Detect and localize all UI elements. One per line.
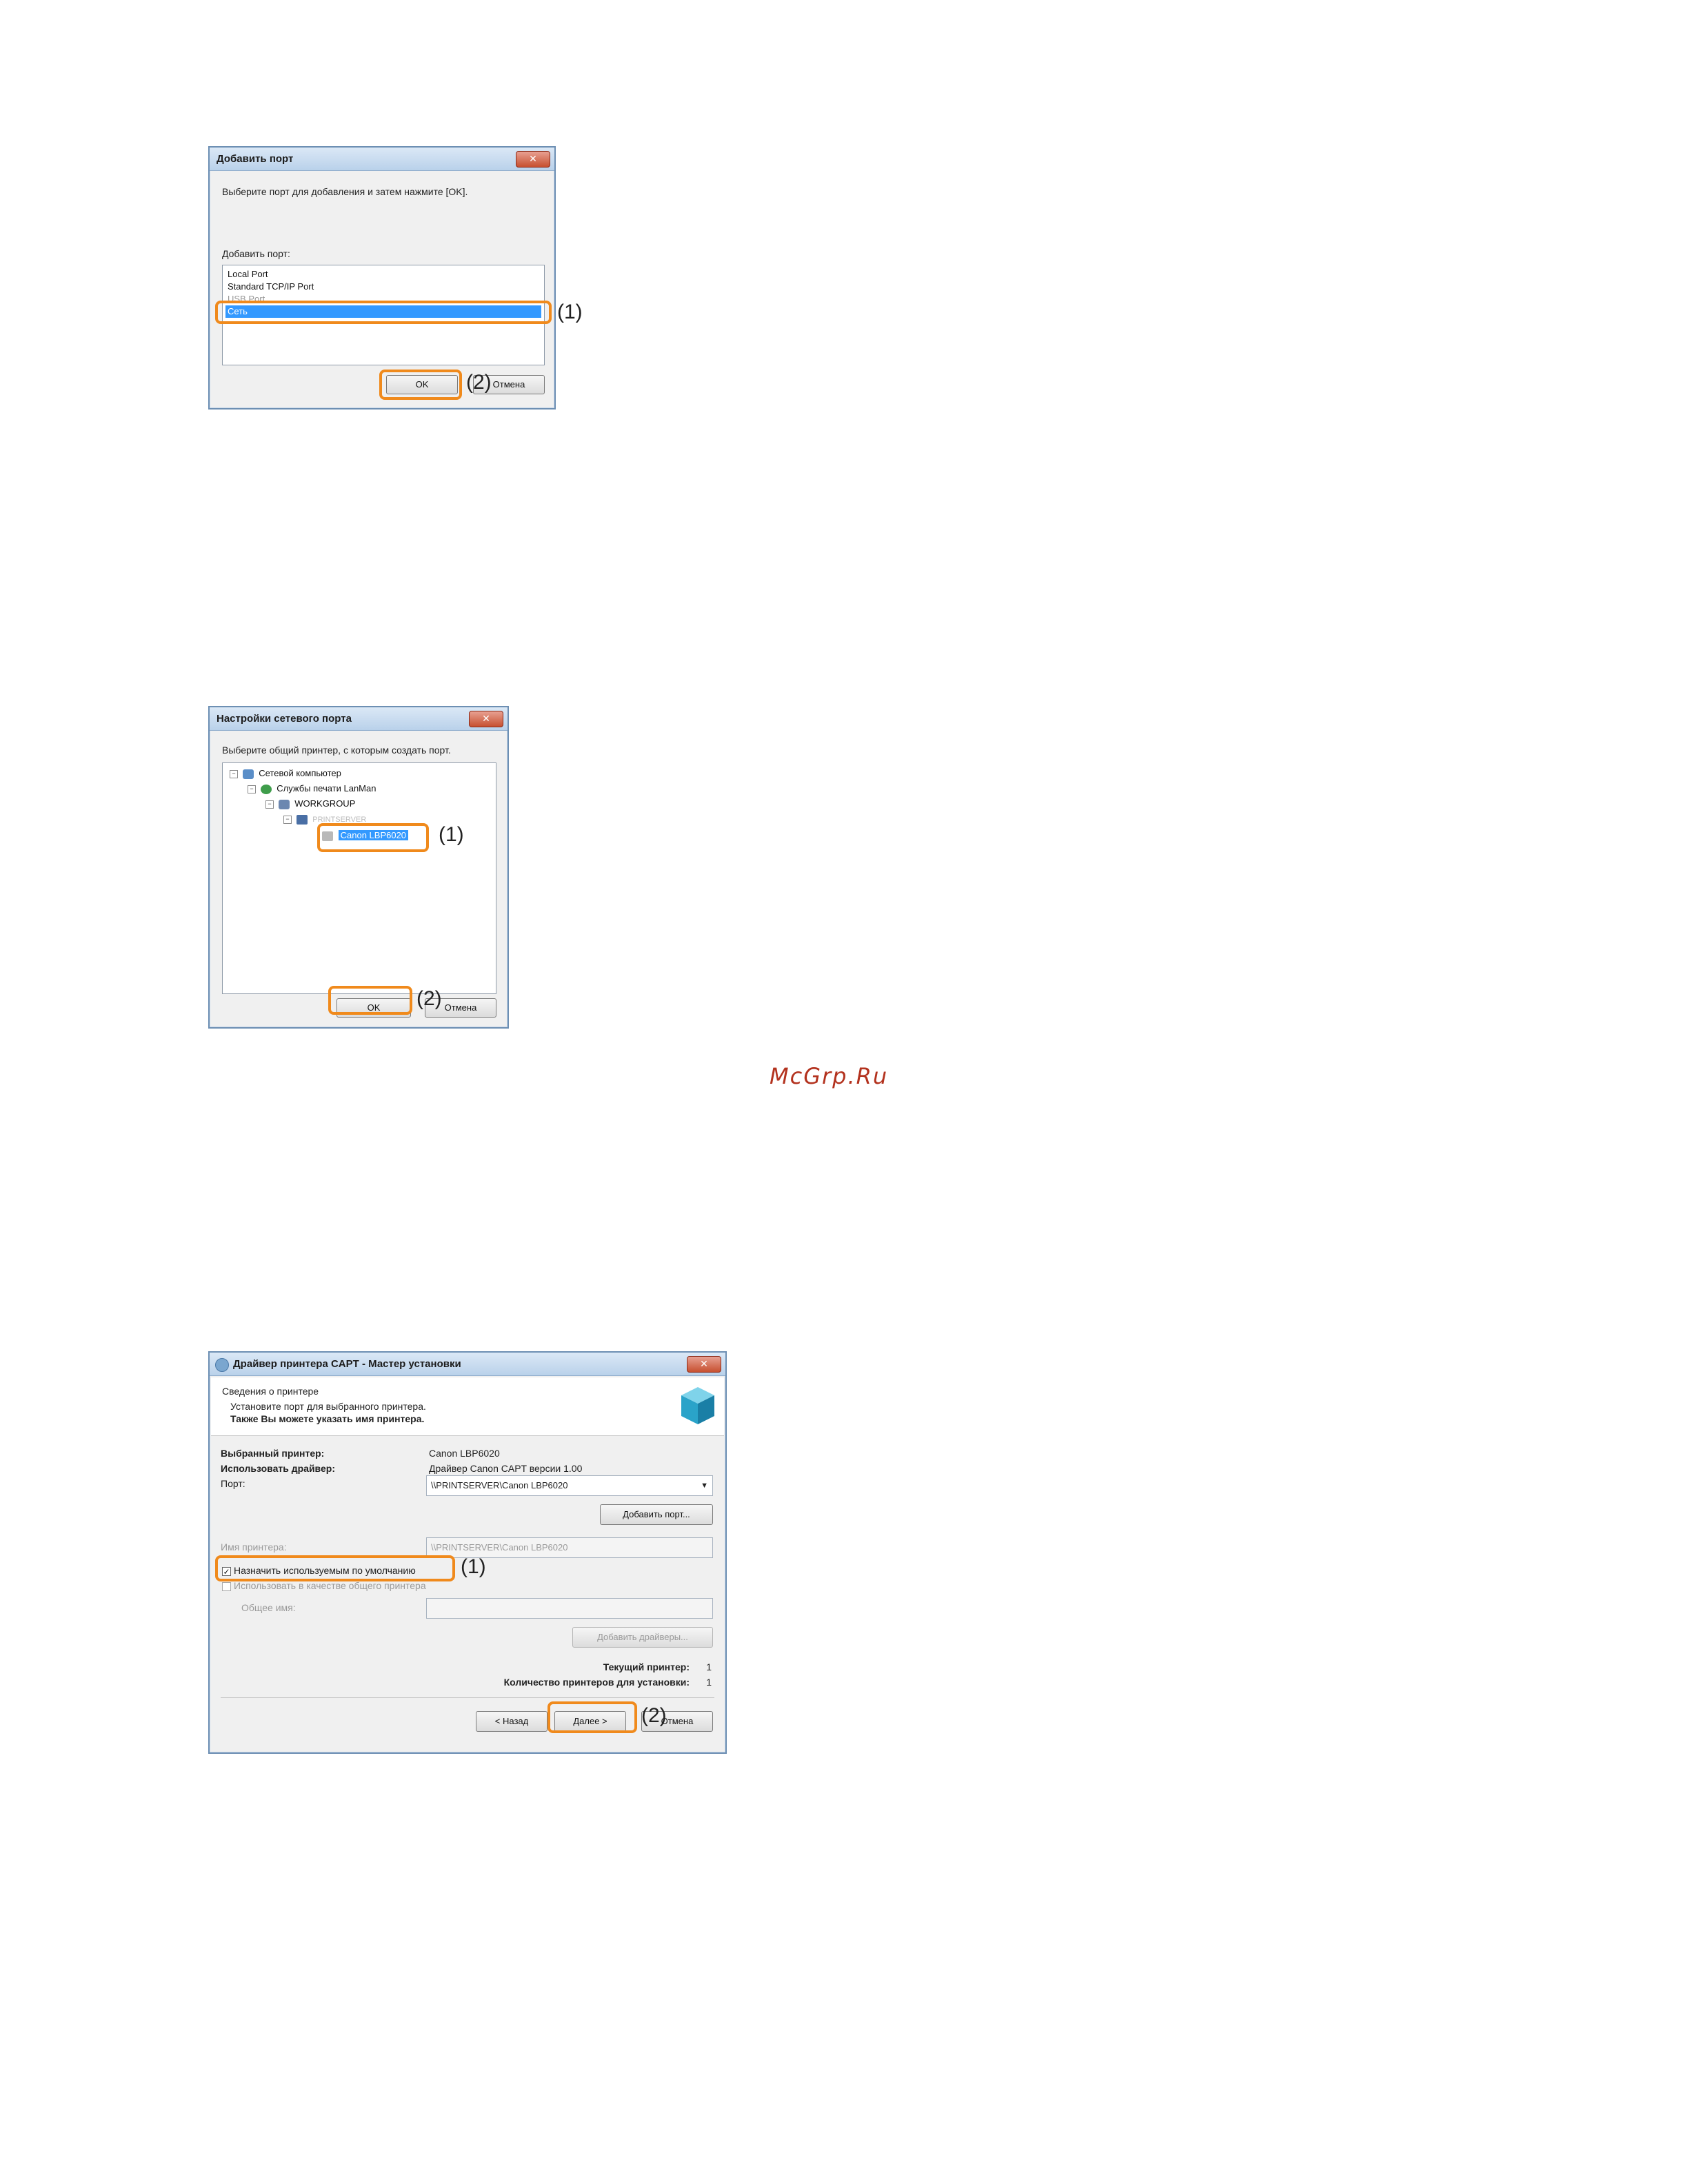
dialog-title: Добавить порт: [210, 148, 554, 171]
instruction-text: Выберите порт для добавления и затем наж…: [222, 186, 468, 197]
callout-2: (2): [466, 371, 492, 394]
current-printer-label: Текущий принтер:: [603, 1661, 690, 1672]
watermark: McGrp.Ru: [770, 1063, 889, 1089]
header-title: Сведения о принтере: [222, 1386, 319, 1397]
callout-2: (2): [416, 987, 442, 1010]
printer-cube-icon: [680, 1386, 716, 1426]
instruction-text: Выберите общий принтер, с которым создат…: [222, 745, 451, 756]
list-item[interactable]: Standard TCP/IP Port: [225, 281, 541, 293]
divider: [221, 1697, 714, 1698]
port-label: Порт:: [221, 1478, 245, 1489]
highlight-printer: [317, 823, 429, 852]
current-printer-value: 1: [706, 1661, 712, 1672]
globe-icon: [260, 784, 272, 794]
share-name-label: Общее имя:: [241, 1602, 296, 1613]
header-line-1: Установите порт для выбранного принтера.: [230, 1401, 426, 1412]
tree-node-label: WORKGROUP: [294, 798, 356, 809]
highlight-ok-button: [379, 370, 462, 400]
printer-tree[interactable]: − Сетевой компьютер − Службы печати LanM…: [222, 762, 496, 994]
tree-node[interactable]: − Сетевой компьютер: [230, 767, 341, 780]
chevron-down-icon: ▼: [701, 1482, 708, 1490]
computer-icon: [296, 814, 308, 825]
highlight-selected-port: [215, 301, 552, 324]
network-icon: [242, 769, 254, 779]
printer-name-label: Имя принтера:: [221, 1541, 287, 1553]
checkbox-empty-icon[interactable]: [222, 1581, 231, 1591]
close-button[interactable]: ✕: [687, 1356, 721, 1373]
wizard-app-icon: [215, 1358, 229, 1372]
tree-node-label: Сетевой компьютер: [259, 768, 341, 778]
workgroup-icon: [278, 799, 290, 809]
tree-node[interactable]: − Службы печати LanMan: [248, 782, 376, 795]
collapse-icon[interactable]: −: [265, 800, 274, 809]
dialog-title: Настройки сетевого порта: [210, 707, 508, 731]
share-name-field[interactable]: [426, 1598, 713, 1619]
add-port-button[interactable]: Добавить порт...: [600, 1504, 713, 1525]
callout-1: (1): [557, 301, 583, 323]
driver-value: Драйвер Canon CAPT версии 1.00: [429, 1463, 583, 1474]
callout-1: (1): [461, 1555, 486, 1578]
add-drivers-button[interactable]: Добавить драйверы...: [572, 1627, 713, 1648]
port-list-label: Добавить порт:: [222, 248, 290, 259]
collapse-icon[interactable]: −: [230, 769, 238, 778]
share-checkbox[interactable]: Использовать в качестве общего принтера: [222, 1580, 426, 1591]
header-line-2: Также Вы можете указать имя принтера.: [230, 1413, 425, 1424]
dialog-title: Драйвер принтера CAPT - Мастер установки: [210, 1353, 725, 1376]
count-value: 1: [706, 1677, 712, 1688]
port-select[interactable]: \\PRINTSERVER\Canon LBP6020 ▼: [426, 1475, 713, 1496]
highlight-ok-button: [328, 986, 412, 1015]
selected-printer-value: Canon LBP6020: [429, 1448, 500, 1459]
driver-label: Использовать драйвер:: [221, 1463, 335, 1474]
count-label: Количество принтеров для установки:: [503, 1677, 690, 1688]
port-select-value: \\PRINTSERVER\Canon LBP6020: [431, 1480, 568, 1490]
collapse-icon[interactable]: −: [248, 785, 256, 793]
tree-node[interactable]: − WORKGROUP: [265, 798, 355, 810]
highlight-set-default: [215, 1555, 455, 1581]
callout-2: (2): [641, 1704, 667, 1727]
close-button[interactable]: ✕: [516, 151, 550, 168]
install-wizard-dialog: Драйвер принтера CAPT - Мастер установки…: [208, 1351, 727, 1754]
highlight-next-button: [547, 1701, 637, 1733]
wizard-header: Сведения о принтере Установите порт для …: [211, 1377, 724, 1436]
printer-name-value: \\PRINTSERVER\Canon LBP6020: [431, 1542, 568, 1553]
callout-1: (1): [439, 823, 464, 846]
back-button[interactable]: < Назад: [476, 1711, 547, 1732]
close-button[interactable]: ✕: [469, 711, 503, 727]
dialog-title-text: Драйвер принтера CAPT - Мастер установки: [233, 1358, 461, 1370]
tree-node-label: Службы печати LanMan: [277, 783, 376, 793]
list-item[interactable]: Local Port: [225, 268, 541, 281]
selected-printer-label: Выбранный принтер:: [221, 1448, 325, 1459]
share-label: Использовать в качестве общего принтера: [234, 1580, 426, 1591]
network-port-dialog: Настройки сетевого порта ✕ Выберите общи…: [208, 706, 509, 1029]
collapse-icon[interactable]: −: [283, 815, 292, 824]
